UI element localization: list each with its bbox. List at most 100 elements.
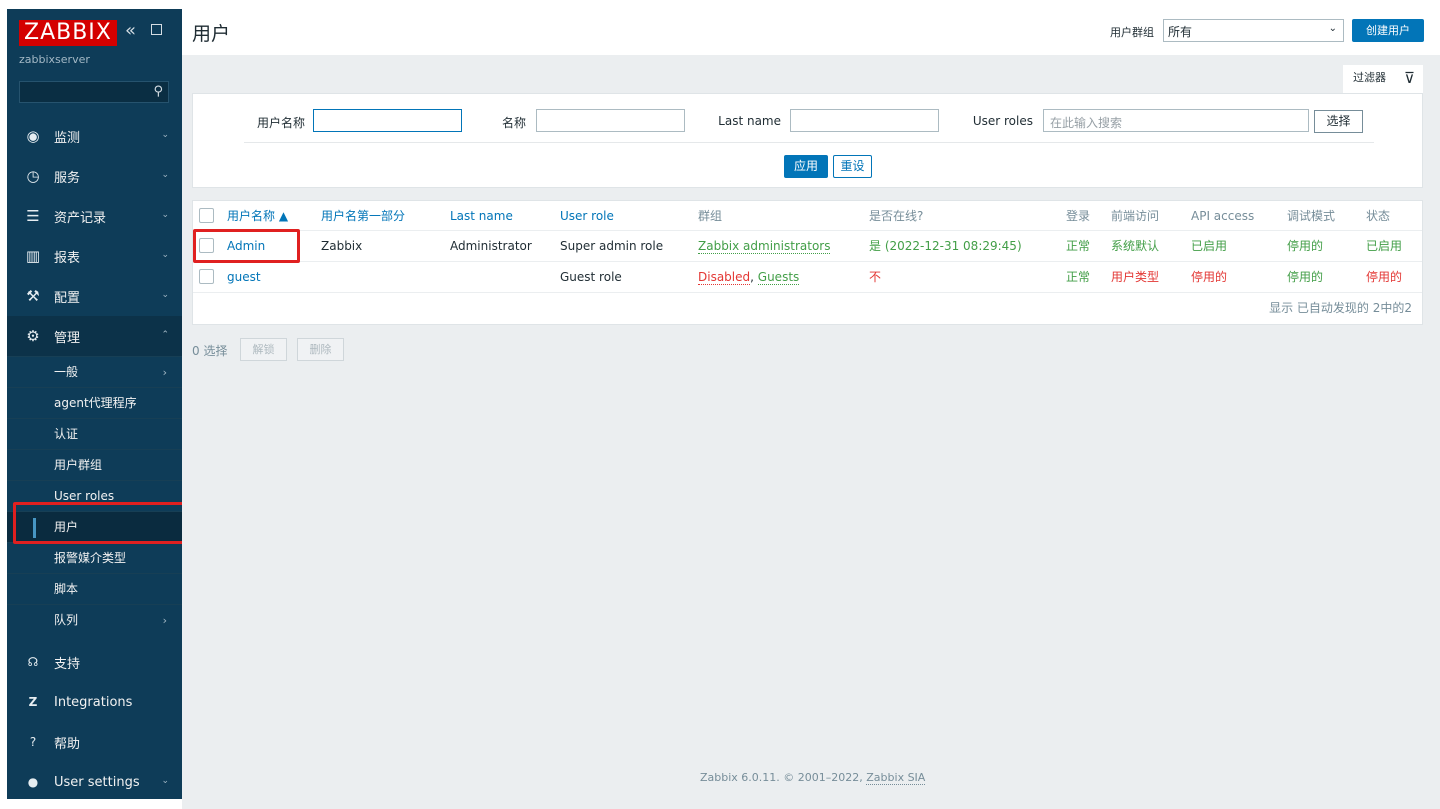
user-group-select[interactable]: 所有 ⌄ <box>1163 19 1344 42</box>
sidebar-search-input[interactable]: ⚲ <box>19 81 169 103</box>
submenu-label: 报警媒介类型 <box>54 551 127 565</box>
menu-item-configuration[interactable]: ⚒ 配置 ⌄ <box>7 276 182 316</box>
clock-icon: ◷ <box>26 167 40 185</box>
reset-filter-button[interactable]: 重设 <box>833 155 872 178</box>
username-filter-input[interactable] <box>313 109 462 132</box>
selected-count: 0 选择 <box>192 344 228 358</box>
submenu-item-proxies[interactable]: agent代理程序 <box>7 387 182 418</box>
filter-icon: ⊽ <box>1404 69 1415 87</box>
col-status: 状态 <box>1366 209 1391 223</box>
submenu-item-general[interactable]: 一般 › <box>7 356 182 387</box>
menu-item-support[interactable]: ☊ 支持 <box>7 642 182 682</box>
col-username[interactable]: 用户名称 ▲ <box>227 201 288 231</box>
menu-item-user-settings[interactable]: ● User settings ⌄ <box>7 762 182 802</box>
filter-tab[interactable]: 过滤器 ⊽ <box>1343 65 1423 93</box>
submenu-label: 用户群组 <box>54 458 103 472</box>
zabbix-logo[interactable]: ZABBIX <box>19 20 117 46</box>
col-lastname[interactable]: Last name <box>450 201 513 231</box>
name-filter-input[interactable] <box>536 109 685 132</box>
submenu-label: 认证 <box>54 427 79 441</box>
submenu-item-authentication[interactable]: 认证 <box>7 418 182 449</box>
menu-item-reports[interactable]: ▥ 报表 ⌄ <box>7 236 182 276</box>
gear-icon: ⚙ <box>26 327 40 345</box>
api-cell[interactable]: 已启用 <box>1191 231 1227 261</box>
username-link[interactable]: Admin <box>227 231 265 261</box>
headset-icon: ☊ <box>27 655 39 669</box>
lastname-filter-label: Last name <box>718 114 781 128</box>
menu-item-integrations[interactable]: Z Integrations <box>7 682 182 722</box>
submenu-item-media-types[interactable]: 报警媒介类型 <box>7 542 182 573</box>
table-footer: 显示 已自动发现的 2中的2 <box>193 293 1422 324</box>
apply-filter-button[interactable]: 应用 <box>784 155 828 178</box>
submenu-item-scripts[interactable]: 脚本 <box>7 573 182 604</box>
debug-cell[interactable]: 停用的 <box>1287 262 1323 292</box>
role-cell: Guest role <box>560 270 622 284</box>
table-row: Admin Zabbix Administrator Super admin r… <box>193 231 1422 262</box>
select-roles-button[interactable]: 选择 <box>1314 110 1363 133</box>
kiosk-mode-icon[interactable] <box>151 24 162 35</box>
menu-label: 监测 <box>54 130 81 146</box>
status-cell[interactable]: 已启用 <box>1366 231 1402 261</box>
user-icon: ● <box>27 775 39 789</box>
row-checkbox[interactable] <box>199 238 214 253</box>
row-checkbox[interactable] <box>199 269 214 284</box>
submenu-item-user-roles[interactable]: User roles <box>7 480 182 511</box>
lastname-filter-input[interactable] <box>790 109 939 132</box>
create-user-button[interactable]: 创建用户 <box>1352 19 1424 42</box>
group-link[interactable]: Disabled <box>698 270 751 285</box>
footer-link[interactable]: Zabbix SIA <box>866 771 926 785</box>
col-name[interactable]: 用户名第一部分 <box>321 201 405 231</box>
user-group-value: 所有 <box>1168 25 1193 39</box>
username-link[interactable]: guest <box>227 262 261 292</box>
menu-item-administration[interactable]: ⚙ 管理 ⌃ <box>7 316 182 356</box>
menu-label: 服务 <box>54 170 81 186</box>
delete-button[interactable]: 删除 <box>297 338 344 361</box>
chevron-down-icon: ⌄ <box>161 250 169 260</box>
col-api-access: API access <box>1191 209 1255 223</box>
submenu-label: User roles <box>54 489 115 503</box>
table-row: guest Guest role Disabled, Guests 不 正常 用… <box>193 262 1422 293</box>
unblock-button[interactable]: 解锁 <box>240 338 287 361</box>
page-footer: Zabbix 6.0.11. © 2001–2022, Zabbix SIA <box>700 771 926 785</box>
menu-label: 资产记录 <box>54 210 107 226</box>
menu-item-services[interactable]: ◷ 服务 ⌄ <box>7 156 182 196</box>
menu-item-inventory[interactable]: ☰ 资产记录 ⌄ <box>7 196 182 236</box>
username-filter-label: 用户名称 <box>256 116 305 130</box>
main-content: 用户 用户群组 所有 ⌄ 创建用户 过滤器 ⊽ 用户名称 名称 Last nam… <box>182 9 1440 809</box>
menu-label: Integrations <box>54 694 133 710</box>
collapse-sidebar-icon[interactable]: « <box>125 21 136 41</box>
menu-item-monitoring[interactable]: ◉ 监测 ⌄ <box>7 116 182 156</box>
group-link[interactable]: Zabbix administrators <box>698 239 831 254</box>
name-cell: Zabbix <box>321 239 363 253</box>
col-frontend-access: 前端访问 <box>1111 209 1160 223</box>
groups-cell: Zabbix administrators <box>698 231 831 261</box>
role-cell: Super admin role <box>560 239 664 253</box>
menu-label: 管理 <box>54 330 81 346</box>
menu-item-help[interactable]: ? 帮助 <box>7 722 182 762</box>
sidebar: ZABBIX « zabbixserver ⚲ ◉ 监测 ⌄ ◷ 服务 ⌄ ☰ … <box>7 9 182 799</box>
menu-label: 支持 <box>54 656 81 672</box>
question-icon: ? <box>29 735 37 749</box>
lastname-cell: Administrator <box>450 239 532 253</box>
submenu-item-queue[interactable]: 队列 › <box>7 604 182 635</box>
row-count: 显示 已自动发现的 2中的2 <box>1269 301 1412 315</box>
debug-cell[interactable]: 停用的 <box>1287 231 1323 261</box>
col-user-role[interactable]: User role <box>560 201 614 231</box>
status-cell[interactable]: 停用的 <box>1366 262 1402 292</box>
search-icon[interactable]: ⚲ <box>153 84 163 99</box>
api-cell[interactable]: 停用的 <box>1191 262 1227 292</box>
user-roles-placeholder: 在此输入搜索 <box>1050 116 1123 130</box>
online-cell: 是 (2022-12-31 08:29:45) <box>869 239 1022 253</box>
col-online: 是否在线? <box>869 209 924 223</box>
bottom-menu: ☊ 支持 Z Integrations ? 帮助 ● User settings… <box>7 642 182 802</box>
page-title: 用户 <box>192 23 231 45</box>
user-roles-filter-input[interactable]: 在此输入搜索 <box>1043 109 1309 132</box>
user-group-label: 用户群组 <box>1110 26 1154 39</box>
submenu-item-users[interactable]: 用户 <box>7 511 182 542</box>
select-all-checkbox[interactable] <box>199 208 214 223</box>
table-header: 用户名称 ▲ 用户名第一部分 Last name User role 群组 是否… <box>193 201 1422 231</box>
submenu-item-user-groups[interactable]: 用户群组 <box>7 449 182 480</box>
group-link[interactable]: Guests <box>757 270 800 285</box>
online-cell: 不 <box>869 270 882 284</box>
menu-label: User settings <box>54 774 140 790</box>
